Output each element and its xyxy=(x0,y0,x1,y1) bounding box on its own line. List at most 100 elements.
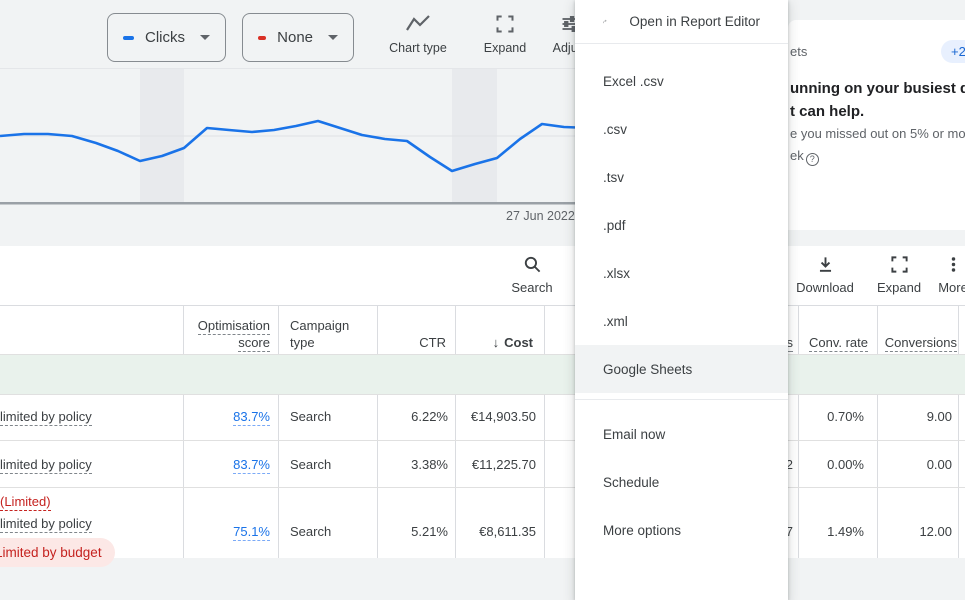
chart-type-label: Chart type xyxy=(389,41,447,55)
ctr-cell: 5.21% xyxy=(377,524,448,539)
clicks-line-chart xyxy=(0,69,600,205)
column-divider xyxy=(544,305,545,558)
menu-item-label: Schedule xyxy=(603,475,659,490)
chart-type-icon xyxy=(405,14,431,34)
menu-item-label: .csv xyxy=(603,122,627,137)
menu-item-tsv[interactable]: .tsv xyxy=(575,153,788,201)
recommendation-body-fragment: ek xyxy=(790,148,804,163)
row-divider xyxy=(0,487,965,488)
table-download-button[interactable]: Download xyxy=(795,255,855,295)
opt-score-link[interactable]: 83.7% xyxy=(233,409,270,426)
chevron-down-icon xyxy=(200,35,210,40)
chart-expand-label: Expand xyxy=(484,41,526,55)
more-vertical-icon xyxy=(944,255,963,274)
help-icon[interactable]: ? xyxy=(806,153,819,166)
conv-rate-cell: 0.00% xyxy=(798,457,864,472)
menu-item-google-sheets[interactable]: Google Sheets xyxy=(575,345,788,393)
column-divider xyxy=(278,305,279,558)
opt-score-link[interactable]: 75.1% xyxy=(233,524,270,541)
opt-score-cell[interactable]: 75.1% xyxy=(183,524,270,539)
menu-format-section: Excel .csv .csv .tsv .pdf .xlsx .xml Goo… xyxy=(575,44,788,399)
menu-item-pdf[interactable]: .pdf xyxy=(575,201,788,249)
recommendation-count-badge[interactable]: +2 xyxy=(941,40,965,63)
chart-type-button[interactable]: Chart type xyxy=(388,14,448,55)
expand-icon xyxy=(890,255,909,274)
table-expand-label: Expand xyxy=(877,280,921,295)
menu-item-xlsx[interactable]: .xlsx xyxy=(575,249,788,297)
menu-item-schedule[interactable]: Schedule xyxy=(575,458,788,506)
ctr-cell: 6.22% xyxy=(377,409,448,424)
menu-item-excel-csv[interactable]: Excel .csv xyxy=(575,57,788,105)
table-more-button[interactable]: More xyxy=(923,255,965,295)
column-header-optimisation-score[interactable]: Optimisation score xyxy=(183,317,270,351)
opt-score-link[interactable]: 83.7% xyxy=(233,457,270,474)
campaign-type-cell: Search xyxy=(290,457,331,472)
menu-item-label: .xlsx xyxy=(603,266,630,281)
menu-item-email-now[interactable]: Email now xyxy=(575,410,788,458)
header-label: CTR xyxy=(419,335,446,350)
sort-descending-icon: ↓ xyxy=(493,335,500,350)
status-text: (Limited) xyxy=(0,494,51,511)
x-axis-date-label: 27 Jun 2022 xyxy=(506,209,575,223)
campaign-status-cell: limited by policy xyxy=(0,409,92,424)
conversions-cell: 9.00 xyxy=(877,409,952,424)
chart-expand-button[interactable]: Expand xyxy=(479,14,531,55)
recommendation-body-line2: ek? xyxy=(790,148,819,166)
menu-item-open-in-report-editor[interactable]: Open in Report Editor xyxy=(575,0,788,43)
cost-cell: €8,611.35 xyxy=(456,524,536,539)
header-label: Optimisation xyxy=(198,318,270,335)
column-header-ctr[interactable]: CTR xyxy=(377,334,446,351)
opt-score-cell[interactable]: 83.7% xyxy=(183,457,270,472)
clicks-series-line xyxy=(0,121,590,171)
series1-selector[interactable]: Clicks xyxy=(107,13,226,62)
download-menu: Open in Report Editor Excel .csv .csv .t… xyxy=(575,0,788,600)
menu-item-label: .pdf xyxy=(603,218,626,233)
conversions-cell: 0.00 xyxy=(877,457,952,472)
opt-score-cell[interactable]: 83.7% xyxy=(183,409,270,424)
recommendation-card: ets +2 unning on your busiest day t can … xyxy=(788,20,965,230)
conversions-cell: 12.00 xyxy=(877,524,952,539)
status-text: limited by policy xyxy=(0,516,92,533)
cost-cell: €14,903.50 xyxy=(456,409,536,424)
limited-by-budget-badge[interactable]: Limited by budget xyxy=(0,538,115,567)
recommendation-header-fragment: ets xyxy=(790,44,807,59)
column-header-cost-sorted[interactable]: ↓ Cost xyxy=(455,334,533,351)
header-label: Conv. rate xyxy=(809,335,868,352)
none-series-dash xyxy=(258,36,266,40)
column-header-campaign-type[interactable]: Campaign type xyxy=(290,317,362,351)
column-header-conversions[interactable]: Conversions xyxy=(877,334,957,351)
conv-rate-cell: 0.70% xyxy=(798,409,864,424)
series2-selector[interactable]: None xyxy=(242,13,354,62)
column-divider xyxy=(958,305,959,558)
campaign-table-card: Search Download Expand More xyxy=(0,246,965,558)
status-text: limited by policy xyxy=(0,409,92,426)
series2-label: None xyxy=(277,29,313,46)
column-header-conv-rate[interactable]: Conv. rate xyxy=(798,334,868,351)
conv-rate-cell: 1.49% xyxy=(798,524,864,539)
menu-item-csv[interactable]: .csv xyxy=(575,105,788,153)
campaign-status-cell: limited by policy xyxy=(0,457,92,472)
menu-item-label: .xml xyxy=(603,314,628,329)
header-label: score xyxy=(238,335,270,352)
row-divider xyxy=(0,394,965,395)
menu-item-label: Open in Report Editor xyxy=(629,14,760,29)
table-search-button[interactable]: Search xyxy=(504,255,560,295)
menu-item-xml[interactable]: .xml xyxy=(575,297,788,345)
table-toolbar-divider xyxy=(0,305,965,306)
table-download-label: Download xyxy=(796,280,854,295)
total-row xyxy=(0,355,965,394)
x-axis-line xyxy=(0,202,600,205)
cost-cell: €11,225.70 xyxy=(456,457,536,472)
campaign-type-cell: Search xyxy=(290,409,331,424)
table-search-label: Search xyxy=(511,280,552,295)
table-expand-button[interactable]: Expand xyxy=(873,255,925,295)
menu-item-label: More options xyxy=(603,523,681,538)
expand-icon xyxy=(495,14,515,34)
row-divider xyxy=(0,354,965,355)
menu-item-more-options[interactable]: More options xyxy=(575,506,788,554)
header-label: Cost xyxy=(504,335,533,350)
campaign-type-cell: Search xyxy=(290,524,331,539)
menu-item-label: Excel .csv xyxy=(603,74,664,89)
menu-item-label: .tsv xyxy=(603,170,624,185)
search-icon xyxy=(523,255,542,274)
